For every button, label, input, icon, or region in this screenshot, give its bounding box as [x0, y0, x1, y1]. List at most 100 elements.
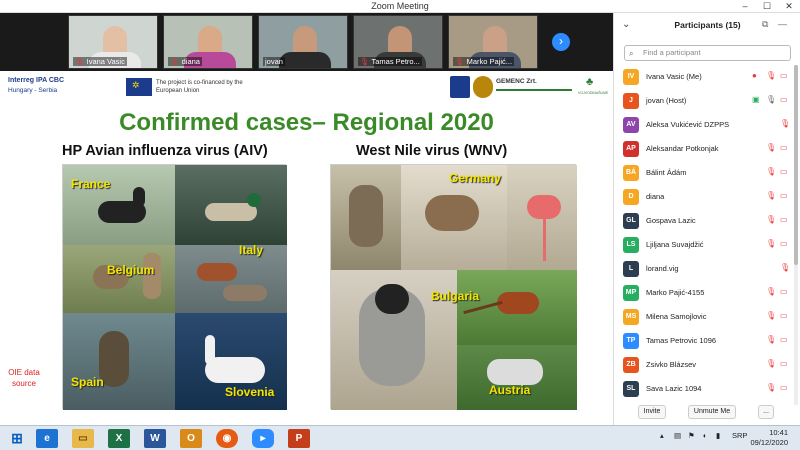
video-tile[interactable]: 🎙 diana: [163, 15, 253, 69]
video-tile-name: 🎙 Tamas Petro...: [358, 57, 422, 66]
participant-row[interactable]: AV Aleksa Vukićević DZPPS 🎙: [614, 113, 794, 137]
powerpoint-icon[interactable]: P: [288, 429, 310, 448]
avatar: MS: [623, 309, 639, 325]
video-off-icon: ▭: [780, 239, 788, 248]
participant-row[interactable]: Llorand.vig 🎙: [614, 257, 794, 281]
participant-row[interactable]: GL Gospava Lazic ▭ 🎙: [614, 209, 794, 233]
participant-name: Aleksa Vukićević DZPPS: [646, 120, 730, 129]
participant-name: diana: [646, 192, 665, 201]
muted-mic-icon: 🎙: [766, 287, 777, 296]
participant-name: Gospava Lazic: [646, 216, 696, 225]
maximize-icon[interactable]: ☐: [756, 0, 778, 13]
tray-network-icon[interactable]: ▤: [674, 431, 681, 440]
gemenc-logo: GEMENC Zrt.: [496, 78, 572, 91]
aiv-heading: HP Avian influenza virus (AIV): [62, 143, 268, 159]
participant-scrollbar[interactable]: [794, 65, 798, 405]
zoom-app-icon[interactable]: ▸: [252, 429, 274, 448]
participant-row[interactable]: BÁ Bálint Ádám ▭ 🎙: [614, 161, 794, 185]
clock[interactable]: 10:41 09/12/2020: [750, 428, 788, 448]
participant-row[interactable]: MP Marko Pajić-4155 ▭ 🎙: [614, 281, 794, 305]
video-tile[interactable]: 🎙 Ivana Vasic: [68, 15, 158, 69]
label-slovenia: Slovenia: [225, 385, 275, 399]
popout-icon[interactable]: ⧉: [762, 19, 768, 30]
photo-wigeon: [175, 245, 287, 313]
participant-row[interactable]: IV Ivana Vasic (Me) ▭ 🎙 ●: [614, 65, 794, 89]
video-strip: 🎙 Ivana Vasic 🎙 diana jovan 🎙 Tamas Petr…: [0, 13, 613, 71]
avatar: AV: [623, 117, 639, 133]
avatar: L: [623, 261, 639, 277]
tray-arrow-icon[interactable]: ▴: [660, 431, 664, 440]
muted-mic-icon: 🎙: [766, 335, 777, 344]
wnv-photo-collage: Germany Bulgaria Austria: [330, 164, 577, 410]
photo-pheasant: [457, 270, 577, 345]
excel-icon[interactable]: X: [108, 429, 130, 448]
mic-icon: 🎙: [766, 95, 777, 104]
avatar: AP: [623, 141, 639, 157]
participant-name: Milena Samojlovic: [646, 312, 707, 321]
muted-mic-icon: 🎙: [766, 167, 777, 176]
participant-row[interactable]: LS Ljiljana Suvajdžić ▭ 🎙: [614, 233, 794, 257]
video-tile[interactable]: jovan: [258, 15, 348, 69]
muted-mic-icon: 🎙: [766, 71, 777, 80]
participant-name: Sava Lazic 1094: [646, 384, 702, 393]
label-france: France: [71, 177, 111, 191]
tray-battery-icon[interactable]: ▮: [716, 431, 720, 440]
outlook-icon[interactable]: O: [180, 429, 202, 448]
video-tile[interactable]: 🎙 Marko Pajić...: [448, 15, 538, 69]
search-icon: ⌕: [629, 49, 634, 58]
file-explorer-icon[interactable]: ▭: [72, 429, 94, 448]
windows-taskbar: ⊞ e ▭ X W O ◉ ▸ P ▴ ▤ ⚑ ◖ ▮ SRP 10:41 09…: [0, 425, 800, 450]
video-off-icon: ▭: [780, 143, 788, 152]
close-panel-icon[interactable]: —: [778, 19, 787, 29]
avatar: D: [623, 189, 639, 205]
participant-name: Ljiljana Suvajdžić: [646, 240, 704, 249]
video-tile[interactable]: 🎙 Tamas Petro...: [353, 15, 443, 69]
firefox-icon[interactable]: ◉: [216, 429, 238, 448]
invite-button[interactable]: Invite: [638, 405, 666, 419]
photo-curlew: [63, 245, 175, 313]
vojvodinasume-logo: ♣ VOJVODINAŠUME: [578, 76, 609, 95]
language-indicator[interactable]: SRP: [732, 431, 747, 440]
participant-name: Marko Pajić-4155: [646, 288, 705, 297]
video-off-icon: ▭: [780, 215, 788, 224]
video-off-icon: ▭: [780, 167, 788, 176]
avatar: MP: [623, 285, 639, 301]
minimize-icon[interactable]: –: [734, 0, 756, 13]
avatar: ZB: [623, 357, 639, 373]
label-bulgaria: Bulgaria: [431, 289, 480, 303]
muted-mic-icon: 🎙: [766, 143, 777, 152]
photo-owl: [331, 165, 401, 270]
tray-flag-icon[interactable]: ⚑: [688, 431, 695, 440]
photo-horse: [457, 345, 577, 410]
word-icon[interactable]: W: [144, 429, 166, 448]
more-options-button[interactable]: ...: [758, 405, 774, 419]
start-windows-icon[interactable]: ⊞: [6, 429, 28, 448]
avatar: J: [623, 93, 639, 109]
label-germany: Germany: [449, 171, 502, 185]
video-tile-name: 🎙 Ivana Vasic: [73, 57, 127, 66]
muted-mic-icon: 🎙: [780, 263, 791, 272]
participant-name: Zsivko Blázsev: [646, 360, 697, 369]
participant-row[interactable]: ZB Zsivko Blázsev ▭ 🎙: [614, 353, 794, 377]
video-off-icon: ▭: [780, 311, 788, 320]
label-spain: Spain: [71, 375, 104, 389]
participant-row[interactable]: MS Milena Samojlovic ▭ 🎙: [614, 305, 794, 329]
participant-row[interactable]: SL Sava Lazic 1094 ▭ 🎙: [614, 377, 794, 401]
source-note: OIE data source: [8, 368, 40, 388]
internet-explorer-icon[interactable]: e: [36, 429, 58, 448]
photo-mallard: [175, 165, 287, 245]
unmute-me-button[interactable]: Unmute Me: [688, 405, 736, 419]
video-tile-name: 🎙 Marko Pajić...: [453, 57, 515, 66]
next-page-button[interactable]: ›: [552, 33, 570, 51]
participant-row[interactable]: AP Aleksandar Potkonjak ▭ 🎙: [614, 137, 794, 161]
participant-row[interactable]: TP Tamas Petrovic 1096 ▭ 🎙: [614, 329, 794, 353]
participant-name: jovan (Host): [646, 96, 687, 105]
muted-mic-icon: 🎙: [780, 119, 791, 128]
participant-row[interactable]: Jjovan (Host) ▭ 🎙 ▣: [614, 89, 794, 113]
close-icon[interactable]: ✕: [778, 0, 800, 13]
tray-volume-icon[interactable]: ◖: [702, 431, 707, 440]
participant-search-input[interactable]: ⌕ Find a participant: [624, 45, 791, 61]
participant-row[interactable]: Ddiana ▭ 🎙: [614, 185, 794, 209]
eu-flag-icon: ✲: [126, 78, 152, 96]
muted-mic-icon: 🎙: [766, 239, 777, 248]
